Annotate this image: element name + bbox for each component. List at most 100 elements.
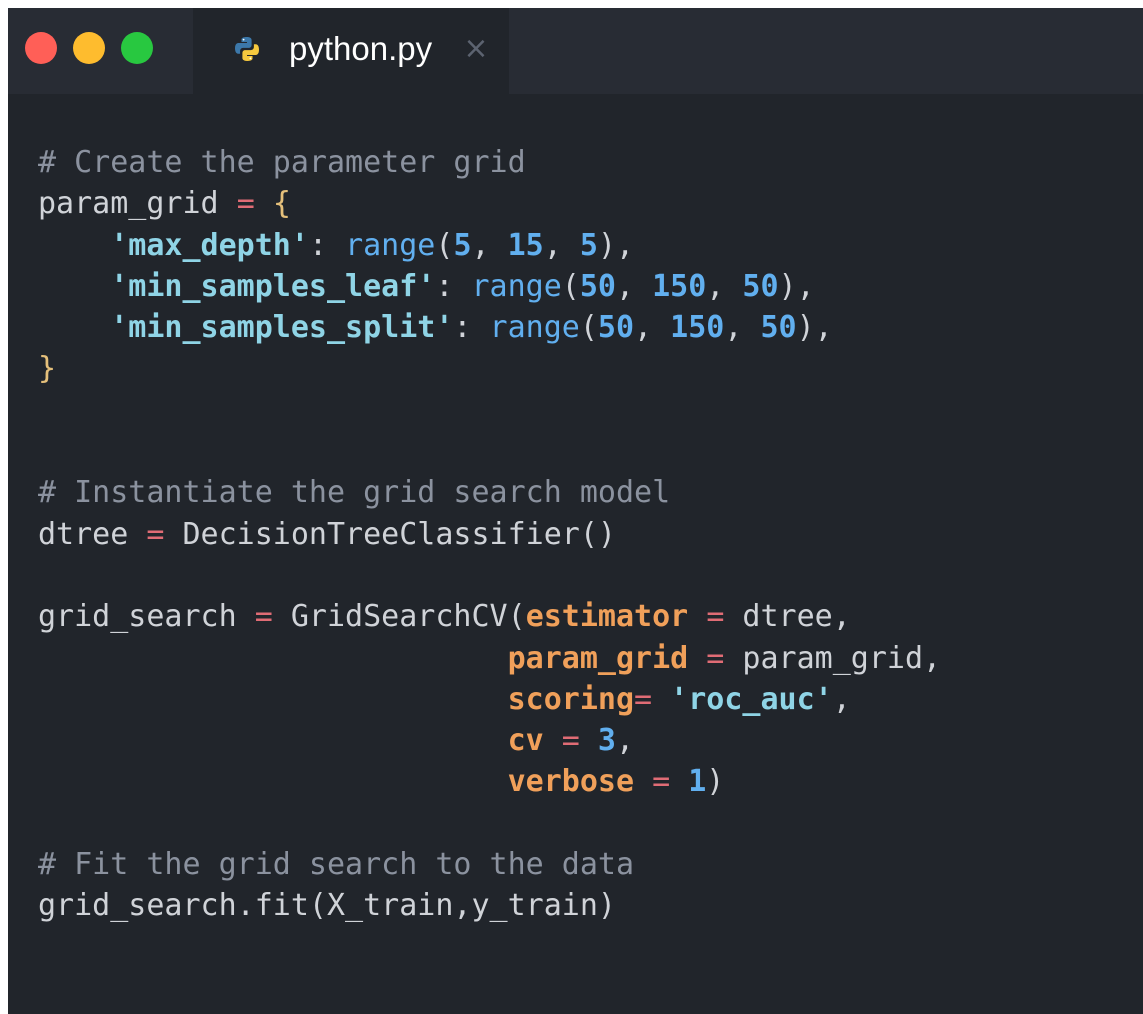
code-line: 'min_samples_leaf': range(50, 150, 50), <box>38 266 1138 307</box>
close-tab-icon[interactable]: × <box>459 32 493 66</box>
code-token: ( <box>435 227 454 263</box>
code-line: param_grid = param_grid, <box>38 638 1138 679</box>
code-token: = <box>146 516 165 552</box>
code-token: 50 <box>579 268 616 304</box>
tab-python-py[interactable]: python.py × <box>193 8 509 94</box>
code-token: 3 <box>597 723 616 759</box>
code-token: grid_search <box>38 599 255 635</box>
code-line: verbose = 1) <box>38 761 1138 802</box>
code-token: = <box>706 640 725 676</box>
code-token: = <box>236 186 255 222</box>
code-line: grid_search = GridSearchCV(estimator = d… <box>38 596 1138 637</box>
close-dot[interactable] <box>25 32 57 64</box>
code-token: range <box>489 310 580 346</box>
code-token: grid_search.fit(X_train,y_train) <box>38 888 616 924</box>
code-line: grid_search.fit(X_train,y_train) <box>38 885 1138 926</box>
code-token: 5 <box>453 227 472 263</box>
code-token: , <box>634 310 671 346</box>
maximize-dot[interactable] <box>121 32 153 64</box>
code-token: cv <box>507 723 544 759</box>
code-token: 50 <box>742 268 779 304</box>
code-token: ) <box>706 764 725 800</box>
code-line: # Instantiate the grid search model <box>38 472 1138 513</box>
code-token: 'max_depth' <box>110 227 309 263</box>
code-token: , <box>615 268 653 304</box>
code-line: 'max_depth': range(5, 15, 5), <box>38 225 1138 266</box>
code-line: } <box>38 348 1138 389</box>
code-token: , <box>832 681 851 717</box>
code-line: # Fit the grid search to the data <box>38 844 1138 885</box>
code-token: # Instantiate the grid search model <box>38 475 671 511</box>
code-token: # Create the parameter grid <box>38 145 526 180</box>
code-token: dtree, <box>724 599 851 635</box>
code-token: GridSearchCV( <box>272 599 526 635</box>
editor-window: python.py × # Create the parameter grid p… <box>8 8 1143 1014</box>
code-token: 'min_samples_split' <box>110 310 454 346</box>
code-token: # Fit the grid search to the data <box>38 847 635 883</box>
code-token: estimator <box>525 599 689 635</box>
code-token: ( <box>561 268 580 304</box>
code-line: cv = 3, <box>38 720 1138 761</box>
code-line: dtree = DecisionTreeClassifier() <box>38 514 1138 555</box>
code-token: , <box>724 310 761 346</box>
code-token: 1 <box>688 764 707 800</box>
code-token: param_grid <box>38 186 237 222</box>
code-token: = <box>652 764 671 800</box>
code-token: 150 <box>670 310 725 346</box>
code-token: DecisionTreeClassifier() <box>164 516 616 552</box>
code-token: param_grid, <box>724 640 942 676</box>
code-token: , <box>471 227 508 263</box>
code-line: 'min_samples_split': range(50, 150, 50), <box>38 307 1138 348</box>
title-bar: python.py × <box>8 8 1143 94</box>
code-token: = <box>561 723 580 759</box>
code-token: , <box>706 268 743 304</box>
code-token: param_grid <box>507 640 689 676</box>
code-token: 5 <box>579 227 598 263</box>
code-token: : <box>453 310 490 346</box>
code-line: scoring= 'roc_auc', <box>38 679 1138 720</box>
code-token: dtree <box>38 516 147 552</box>
code-token: ), <box>597 227 635 263</box>
code-token: 150 <box>652 268 707 304</box>
minimize-dot[interactable] <box>73 32 105 64</box>
code-token: : <box>435 268 472 304</box>
code-token: 50 <box>597 310 635 346</box>
code-token: ), <box>778 268 815 304</box>
code-token: range <box>471 268 562 304</box>
code-token: 'roc_auc' <box>670 681 833 717</box>
code-token: scoring <box>507 681 635 717</box>
code-token: 'min_samples_leaf' <box>110 268 436 304</box>
code-token: = <box>254 599 273 635</box>
code-editor[interactable]: # Create the parameter grid param_grid = … <box>38 142 1138 927</box>
code-line: param_grid = { <box>38 183 1138 224</box>
code-token: , <box>615 723 635 759</box>
tab-filename: python.py <box>289 30 433 67</box>
code-line: # Create the parameter grid <box>38 142 1138 183</box>
code-token: range <box>345 227 436 263</box>
code-token: } <box>38 351 57 387</box>
code-token: verbose <box>507 764 635 800</box>
code-token: ), <box>796 310 833 346</box>
code-token: 50 <box>760 310 797 346</box>
code-token: 15 <box>507 227 544 263</box>
code-token: , <box>543 227 580 263</box>
